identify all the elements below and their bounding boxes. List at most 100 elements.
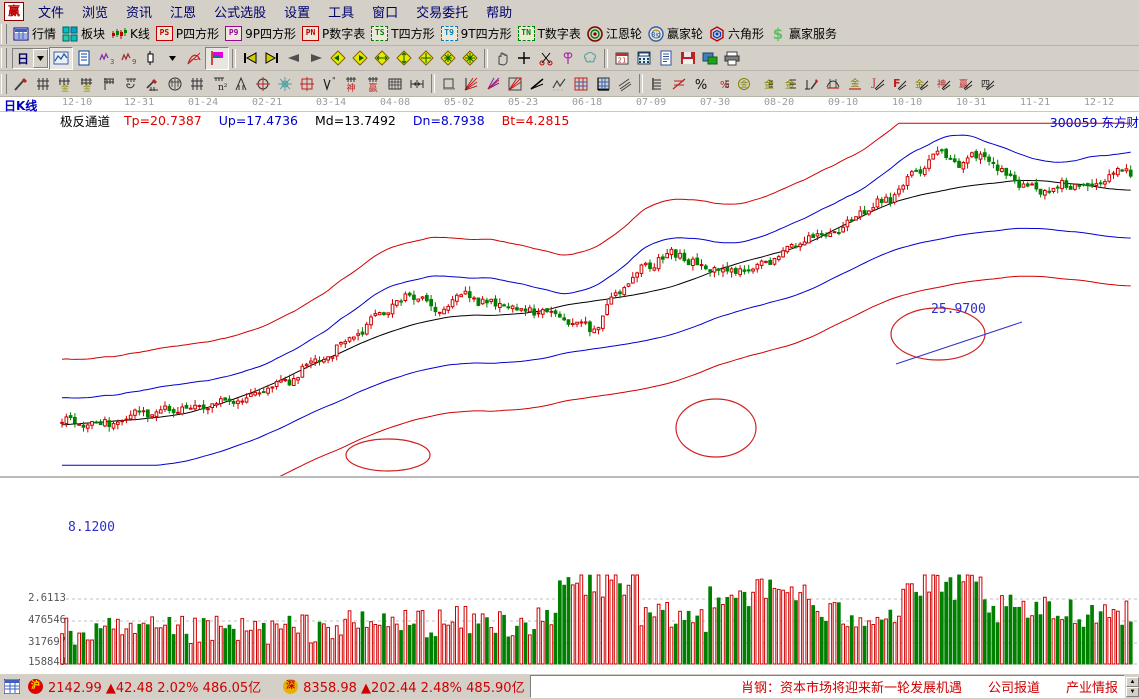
toolbar-button-t-square[interactable]: TS T四方形 bbox=[368, 24, 437, 44]
chart-style-icon[interactable] bbox=[49, 47, 73, 70]
first-page-icon[interactable] bbox=[239, 48, 261, 69]
crosshair-icon[interactable] bbox=[513, 48, 535, 69]
gold-box-icon[interactable]: 金 bbox=[844, 73, 866, 94]
pan-all-icon[interactable] bbox=[459, 48, 481, 69]
red-box-icon[interactable] bbox=[296, 73, 318, 94]
toolbar-button-t-number-table[interactable]: TN T数字表 bbox=[515, 24, 584, 44]
fan-red-icon[interactable] bbox=[460, 73, 482, 94]
shen-line-icon[interactable]: 神 bbox=[932, 73, 954, 94]
menu-item-settings[interactable]: 设置 bbox=[275, 0, 319, 23]
report-icon[interactable] bbox=[73, 48, 95, 69]
zoom-right-icon[interactable] bbox=[349, 48, 371, 69]
kline-3-icon[interactable]: 3 bbox=[95, 48, 117, 69]
flag-icon[interactable] bbox=[205, 47, 229, 70]
star-target-icon[interactable] bbox=[274, 73, 296, 94]
chevron-down-icon[interactable] bbox=[33, 49, 48, 68]
flower-icon[interactable] bbox=[557, 48, 579, 69]
toolbar-gripper-2[interactable] bbox=[1, 48, 7, 68]
pen-icon[interactable] bbox=[10, 73, 32, 94]
toolbar-gripper-3[interactable] bbox=[1, 74, 7, 94]
gann-fan-icon[interactable] bbox=[183, 48, 205, 69]
kline-9-icon[interactable]: 9 bbox=[117, 48, 139, 69]
toolbar-gripper[interactable] bbox=[1, 24, 7, 44]
ying-grid-icon[interactable]: 赢 bbox=[362, 73, 384, 94]
news-ticker[interactable]: 肖钢：资本市场将迎来新一轮发展机遇 公司报道 产业情报 bbox=[530, 675, 1125, 698]
menu-item-news[interactable]: 资讯 bbox=[117, 0, 161, 23]
toolbar-button-winner-service[interactable]: $ 赢家服务 bbox=[767, 24, 840, 44]
status-index-shanghai[interactable]: 沪 2142.99 ▲42.48 2.02% 486.05亿 bbox=[24, 676, 265, 697]
grid-box-icon[interactable] bbox=[570, 73, 592, 94]
next-icon[interactable] bbox=[305, 48, 327, 69]
gold-fork2-icon[interactable]: 金 bbox=[76, 73, 98, 94]
pen-grid-icon[interactable] bbox=[142, 73, 164, 94]
toolbar-button-winner-wheel[interactable]: Big 赢家轮 bbox=[645, 24, 706, 44]
menu-item-browse[interactable]: 浏览 bbox=[73, 0, 117, 23]
hand-icon[interactable] bbox=[491, 48, 513, 69]
arc-red-icon[interactable] bbox=[822, 73, 844, 94]
period-selector[interactable]: 日 bbox=[12, 48, 49, 69]
candle-dropdown-icon[interactable] bbox=[161, 48, 183, 69]
rect-icon[interactable] bbox=[438, 73, 460, 94]
fan-multi-icon[interactable] bbox=[504, 73, 526, 94]
pen-red-icon[interactable] bbox=[800, 73, 822, 94]
scissors-icon[interactable] bbox=[535, 48, 557, 69]
news-headline[interactable]: 肖钢：资本市场将迎来新一轮发展机遇 bbox=[741, 677, 962, 696]
toolbar-button-hexagon[interactable]: 六角形 bbox=[706, 24, 767, 44]
zoom-h-icon[interactable] bbox=[371, 48, 393, 69]
export-icon[interactable] bbox=[699, 48, 721, 69]
price-chart-svg[interactable] bbox=[0, 112, 1139, 477]
angle-line-icon[interactable] bbox=[526, 73, 548, 94]
f-line-icon[interactable]: F bbox=[888, 73, 910, 94]
fan-purple-icon[interactable] bbox=[482, 73, 504, 94]
save-icon[interactable] bbox=[677, 48, 699, 69]
circle-grid-icon[interactable] bbox=[164, 73, 186, 94]
toolbar-button-gann-wheel[interactable]: 江恩轮 bbox=[584, 24, 645, 44]
candle-icon[interactable] bbox=[139, 48, 161, 69]
gold-slash-icon[interactable]: 金 bbox=[910, 73, 932, 94]
shen-grid-icon[interactable]: 神 bbox=[340, 73, 362, 94]
zoom-out-icon[interactable] bbox=[437, 48, 459, 69]
status-grid-icon-cell[interactable] bbox=[0, 676, 24, 697]
angle-icon[interactable] bbox=[230, 73, 252, 94]
toolbar-button-9p-square[interactable]: P9 9P四方形 bbox=[222, 24, 299, 44]
volume-chart-svg[interactable] bbox=[0, 565, 1139, 673]
toolbar-button-p-number-table[interactable]: PN P数字表 bbox=[299, 24, 368, 44]
spiral-icon[interactable] bbox=[120, 73, 142, 94]
news-link-industry[interactable]: 产业情报 bbox=[1066, 677, 1118, 696]
grid-lines-icon[interactable] bbox=[32, 73, 54, 94]
n-squared-icon[interactable]: n² bbox=[208, 73, 230, 94]
news-link-company[interactable]: 公司报道 bbox=[988, 677, 1040, 696]
brain-icon[interactable] bbox=[579, 48, 601, 69]
menu-item-file[interactable]: 文件 bbox=[29, 0, 73, 23]
chart-area[interactable]: 12-10 12-31 01-24 02-21 03-14 04-08 05-0… bbox=[0, 97, 1139, 673]
toolbar-button-p-square[interactable]: PS P四方形 bbox=[153, 24, 222, 44]
menu-item-window[interactable]: 窗口 bbox=[363, 0, 407, 23]
zoom-in-icon[interactable] bbox=[415, 48, 437, 69]
menu-item-trade[interactable]: 交易委托 bbox=[407, 0, 477, 23]
notes-icon[interactable] bbox=[655, 48, 677, 69]
gold-fork-icon[interactable]: 金 bbox=[54, 73, 76, 94]
grid-lines2-icon[interactable] bbox=[186, 73, 208, 94]
zigzag-icon[interactable] bbox=[548, 73, 570, 94]
arrow-span-icon[interactable] bbox=[406, 73, 428, 94]
calculator-icon[interactable] bbox=[633, 48, 655, 69]
parallel-icon[interactable] bbox=[614, 73, 636, 94]
percent-icon[interactable]: % bbox=[690, 73, 712, 94]
zoom-v-icon[interactable] bbox=[393, 48, 415, 69]
calendar-icon[interactable]: 21 bbox=[611, 48, 633, 69]
menu-item-gann[interactable]: 江恩 bbox=[161, 0, 205, 23]
gold-ratio-icon[interactable]: 金 bbox=[734, 73, 756, 94]
percent-list-icon[interactable]: % bbox=[712, 73, 734, 94]
toolbar-button-kline[interactable]: K线 bbox=[108, 24, 153, 44]
fib-fan-icon[interactable] bbox=[98, 73, 120, 94]
last-page-icon[interactable] bbox=[261, 48, 283, 69]
toolbar-button-9t-square[interactable]: T9 9T四方形 bbox=[438, 24, 515, 44]
si-line-icon[interactable]: 四 bbox=[976, 73, 998, 94]
toolbar-button-quotes[interactable]: 行情 bbox=[10, 24, 59, 44]
gold-line-icon[interactable]: 金 bbox=[778, 73, 800, 94]
menu-item-help[interactable]: 帮助 bbox=[477, 0, 521, 23]
zoom-left-icon[interactable] bbox=[327, 48, 349, 69]
news-scroll-spinner[interactable]: ▲▼ bbox=[1126, 677, 1139, 697]
toolbar-button-blocks[interactable]: 板块 bbox=[59, 24, 108, 44]
print-icon[interactable] bbox=[721, 48, 743, 69]
